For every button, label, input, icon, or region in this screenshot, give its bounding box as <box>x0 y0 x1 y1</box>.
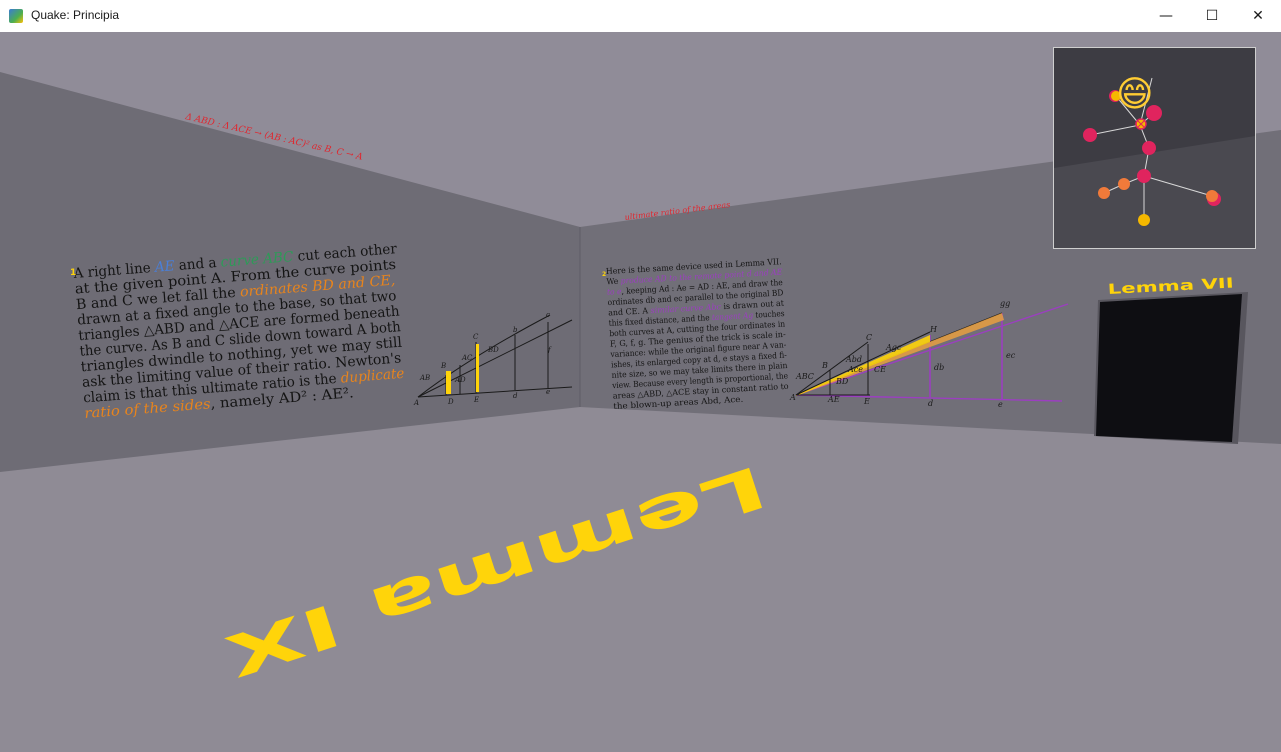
minimap: 😄 <box>1053 47 1256 249</box>
svg-text:e: e <box>998 400 1003 409</box>
minimap-node <box>1137 169 1151 183</box>
svg-text:AB: AB <box>419 374 430 382</box>
svg-text:C: C <box>473 333 479 341</box>
right-panel-marker: 2 <box>602 271 606 278</box>
svg-text:Ace: Ace <box>847 365 863 374</box>
svg-text:d: d <box>513 392 518 400</box>
minimap-node <box>1118 178 1130 190</box>
close-button[interactable]: ✕ <box>1235 0 1281 32</box>
minimize-icon: — <box>1159 8 1173 24</box>
minimap-node <box>1083 128 1097 142</box>
minimap-node <box>1142 141 1156 155</box>
svg-text:ABC: ABC <box>795 372 814 381</box>
svg-text:b: b <box>513 326 518 334</box>
svg-text:c: c <box>546 311 550 319</box>
floor <box>0 407 1281 752</box>
doorway[interactable] <box>1096 294 1242 442</box>
right-panel-text: Here is the same device used in Lemma VI… <box>606 256 789 411</box>
svg-text:Abd: Abd <box>845 355 862 364</box>
svg-text:AE: AE <box>827 395 840 404</box>
svg-text:B: B <box>440 362 446 370</box>
svg-text:AD: AD <box>454 376 466 384</box>
svg-text:gg: gg <box>1000 299 1010 308</box>
game-window: Quake: Principia — ☐ ✕ Δ ABD : Δ ACE → (… <box>0 0 1281 752</box>
minimap-node <box>1138 214 1150 226</box>
svg-text:db: db <box>934 363 944 372</box>
svg-text:H: H <box>929 325 938 334</box>
minimap-node <box>1098 187 1110 199</box>
svg-text:B: B <box>821 361 828 370</box>
svg-text:E: E <box>473 396 479 404</box>
svg-text:D: D <box>447 398 454 406</box>
maximize-button[interactable]: ☐ <box>1189 0 1235 32</box>
title-bar: Quake: Principia — ☐ ✕ <box>0 0 1281 33</box>
svg-text:CE: CE <box>874 365 886 374</box>
svg-text:AC: AC <box>461 354 473 362</box>
minimize-button[interactable]: — <box>1143 0 1189 32</box>
minimap-node <box>1206 190 1218 202</box>
left-panel-marker: 1 <box>70 268 76 278</box>
svg-text:C: C <box>866 333 872 342</box>
window-title: Quake: Principia <box>31 8 120 22</box>
maximize-icon: ☐ <box>1205 8 1219 24</box>
svg-text:BD: BD <box>835 377 849 386</box>
svg-text:e: e <box>546 388 550 396</box>
svg-text:A: A <box>413 399 419 407</box>
svg-text:Agc: Agc <box>885 343 902 352</box>
svg-text:d: d <box>928 399 933 408</box>
minimap-band <box>1054 136 1255 248</box>
app-icon <box>9 9 23 23</box>
close-icon: ✕ <box>1252 8 1264 24</box>
svg-text:BD: BD <box>487 346 499 354</box>
svg-text:A: A <box>789 393 796 402</box>
svg-text:E: E <box>863 397 870 406</box>
svg-text:ec: ec <box>1006 351 1016 360</box>
minimap-avatar-emoji: 😄 <box>1116 74 1154 115</box>
